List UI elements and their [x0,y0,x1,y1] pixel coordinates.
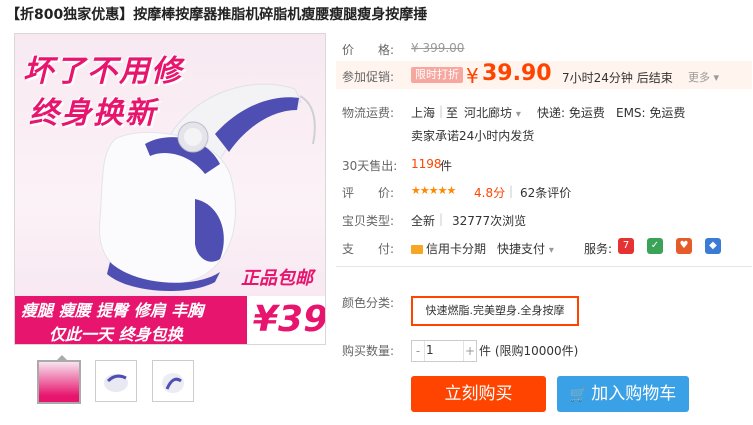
rating-separator: | [509,184,514,198]
seller-promise: 卖家承诺24小时内发货 [411,129,535,143]
ship-to-prefix: 至 [446,106,459,120]
promo-tag: 限时打折 [411,67,463,83]
thumbnail-3[interactable] [152,360,194,402]
ems-fee: EMS: 免运费 [616,106,686,120]
rating-stars-icon: ★★★★★ [411,184,456,197]
quantity-stepper: - 1 + [411,340,477,362]
view-count: 32777次浏览 [452,214,527,228]
thumbnail-3-image [162,373,184,393]
quantity-increase-button[interactable]: + [463,341,476,361]
add-to-cart-button[interactable]: 🛒 加入购物车 [557,376,689,412]
sales-count: 1198 [411,157,442,171]
review-count-link[interactable]: 62条评价 [520,184,571,201]
more-promos-link[interactable]: 更多 ▾ [688,69,719,85]
sales-unit: 件 [440,159,453,173]
quantity-decrease-button[interactable]: - [412,341,425,361]
service-shield-icon[interactable]: ◆ [705,238,721,254]
rating-score: 4.8分 [474,186,506,200]
type-separator: | [439,212,444,226]
quantity-label: 购买数量: [342,344,395,358]
credit-card-icon [411,245,423,254]
quantity-input[interactable]: 1 [426,343,462,357]
credit-label: 信用卡分期 [426,242,487,256]
cart-icon: 🛒 [569,387,588,403]
chevron-down-icon: ▾ [548,245,554,256]
quantity-limit: 件 (限购10000件) [479,344,579,358]
rating-label: 评 价: [342,186,395,200]
section-divider [336,266,752,267]
image-banner-price: ¥39.9 [253,299,326,340]
payment-label: 支 付: [342,242,395,256]
service-genuine-icon[interactable]: ✓ [647,238,663,254]
chevron-down-icon: ▾ [515,109,521,120]
service-7day-return-icon[interactable]: 7 [618,238,634,254]
quickpay-label: 快捷支付 [497,242,546,256]
thumbnail-2[interactable] [95,360,137,402]
more-label: 更多 [688,71,710,84]
product-title: 【折800独家优惠】按摩棒按摩器推脂机碎脂机瘦腰瘦腿瘦身按摩捶 [6,7,428,23]
condition: 全新 [411,214,436,228]
image-banner-line1: 瘦腿 瘦腰 提臀 修肩 丰胸 [21,301,204,320]
price-label: 价 格: [342,43,395,57]
services-label: 服务: [584,242,613,256]
buy-now-button[interactable]: 立刻购买 [411,376,546,412]
thumbnail-1[interactable] [37,360,81,404]
promo-price: 39.90 [482,61,552,86]
add-to-cart-label: 加入购物车 [591,384,677,404]
sales-label: 30天售出: [342,159,398,173]
shipping-label: 物流运费: [342,106,395,120]
promo-countdown: 7小时24分钟 后结束 [562,71,673,85]
color-label: 颜色分类: [342,296,395,310]
express-fee: 快递: 免运费 [537,106,605,120]
chevron-down-icon: ▾ [713,71,720,84]
color-option-selected[interactable]: 快速燃脂.完美塑身.全身按摩 [411,296,579,326]
promo-label: 参加促销: [342,70,395,84]
type-label: 宝贝类型: [342,214,395,228]
quickpay[interactable]: 快捷支付 ▾ [497,240,554,257]
credit-installment[interactable]: 信用卡分期 [411,240,486,257]
original-price: ¥ 399.00 [411,41,465,55]
image-banner-line2: 仅此一天 终身包换 [49,325,183,344]
image-badge-free-shipping: 正品包邮 [241,268,313,289]
thumbnail-2-image [104,374,128,392]
product-main-image[interactable]: 坏了不用修 终身换新 正品包邮 瘦腿 瘦腰 提臀 修肩 丰胸 仅此一天 终身包换… [14,33,326,345]
ship-to: 河北廊坊 [464,106,513,120]
ship-separator: | [439,104,444,118]
service-heart-icon[interactable]: ♥ [676,238,692,254]
ship-to-select[interactable]: 河北廊坊 ▾ [464,104,521,121]
promo-currency: ¥ [466,64,479,88]
ship-from: 上海 [411,106,436,120]
